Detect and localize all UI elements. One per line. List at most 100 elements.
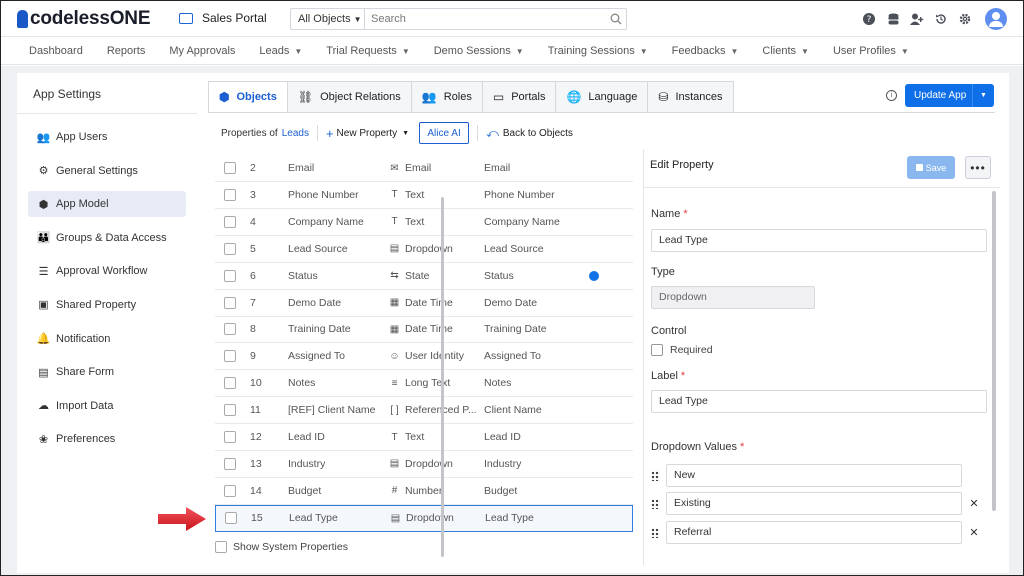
tab-bar: ⬢ Objects ⛓ Object Relations 👥 Roles ▭ Portals 🌐…	[208, 81, 734, 113]
nav-training-sessions[interactable]: Training Sessions ▼	[548, 45, 648, 57]
update-app-button[interactable]: Update App ▼	[905, 84, 994, 107]
sidebar-item-share-form[interactable]: ▤ Share Form	[28, 359, 186, 385]
show-system-properties-toggle[interactable]: Show System Properties	[215, 541, 348, 553]
row-checkbox[interactable]	[224, 162, 236, 174]
nav-clients[interactable]: Clients ▼	[762, 45, 809, 57]
tab-label: Object Relations	[320, 91, 401, 103]
nav-trial-requests[interactable]: Trial Requests ▼	[326, 45, 409, 57]
sidebar-item-app-users[interactable]: 👥 App Users	[28, 124, 186, 150]
database-icon[interactable]	[881, 7, 905, 31]
top-icons: ?	[857, 7, 1007, 31]
nav-reports[interactable]: Reports	[107, 45, 146, 57]
name-label: Name *	[651, 208, 688, 220]
edit-panel-divider	[644, 187, 1000, 188]
label-label: Label *	[651, 370, 686, 382]
table-row[interactable]: 13 Industry ▤ Dropdown Industry	[215, 451, 633, 478]
nav-leads[interactable]: Leads ▼	[259, 45, 302, 57]
tab-portals[interactable]: ▭ Portals	[482, 81, 557, 113]
table-row[interactable]: 15 Lead Type ▤ Dropdown Lead Type	[215, 504, 633, 532]
table-row[interactable]: 3 Phone Number T Text Phone Number	[215, 182, 633, 209]
nav-user-profiles[interactable]: User Profiles ▼	[833, 45, 909, 57]
history-icon[interactable]	[929, 7, 953, 31]
drag-handle-icon[interactable]	[651, 527, 660, 538]
row-checkbox[interactable]	[224, 296, 236, 309]
row-checkbox[interactable]	[224, 377, 236, 390]
table-row[interactable]: 5 Lead Source ▤ Dropdown Lead Source	[215, 236, 633, 263]
search-scope-select[interactable]: All Objects ▼	[291, 9, 365, 29]
row-checkbox[interactable]	[224, 215, 236, 228]
add-user-icon[interactable]	[905, 7, 929, 31]
dropdown-value-field[interactable]: Referral	[666, 521, 962, 544]
back-to-objects-button[interactable]: ⤺ Back to Objects	[486, 126, 573, 141]
row-checkbox[interactable]	[224, 404, 236, 417]
portal-switcher[interactable]: Sales Portal	[179, 11, 267, 25]
tab-objects[interactable]: ⬢ Objects	[208, 81, 288, 113]
table-row[interactable]: 11 [REF] Client Name[ ] Referenced P... Cli…	[215, 397, 633, 425]
table-row[interactable]: 6 Status ⇆ State Status	[215, 263, 633, 290]
drag-handle-icon[interactable]	[651, 498, 660, 509]
sidebar-item-app-model[interactable]: ⬢ App Model	[28, 191, 186, 218]
required-option[interactable]: Required	[651, 344, 713, 356]
save-button[interactable]: Save	[907, 156, 955, 179]
table-row[interactable]: 9 Assigned To ☺ User Identity Assigned To	[215, 343, 633, 371]
table-row[interactable]: 2 Email ✉ Email Email	[215, 155, 633, 182]
row-checkbox[interactable]	[224, 350, 236, 363]
chevron-down-icon[interactable]: ▼	[972, 84, 994, 107]
edit-panel-scrollbar[interactable]	[992, 191, 996, 511]
nav-demo-sessions[interactable]: Demo Sessions ▼	[434, 45, 524, 57]
tab-instances[interactable]: ⛁ Instances	[648, 81, 734, 113]
user-avatar[interactable]	[985, 8, 1007, 30]
search-input[interactable]	[365, 9, 606, 29]
globe-icon: 🌐	[566, 90, 582, 104]
row-checkbox[interactable]	[224, 457, 236, 470]
remove-value-icon[interactable]: ✕	[962, 497, 986, 510]
row-checkbox[interactable]	[224, 431, 236, 443]
show-system-properties-checkbox[interactable]	[215, 541, 227, 553]
remove-value-icon[interactable]: ✕	[962, 526, 986, 539]
row-number: 6	[250, 269, 256, 282]
more-options-button[interactable]: •••	[965, 156, 991, 179]
table-row[interactable]: 7 Demo Date ▦ Date Time Demo Date	[215, 290, 633, 317]
settings-gear-icon[interactable]	[953, 7, 977, 31]
sidebar-item-general-settings[interactable]: ⚙ General Settings	[28, 158, 186, 184]
tab-language[interactable]: 🌐 Language	[556, 81, 649, 113]
row-checkbox[interactable]	[225, 512, 237, 525]
help-icon[interactable]: ?	[857, 7, 881, 31]
table-row[interactable]: 14 Budget # Number Budget	[215, 478, 633, 505]
row-checkbox[interactable]	[224, 242, 236, 255]
row-checkbox[interactable]	[224, 188, 236, 201]
alice-ai-button[interactable]: Alice AI	[419, 122, 470, 144]
sidebar-item-groups-data-access[interactable]: 👪 Groups & Data Access	[28, 225, 186, 251]
nav-feedbacks[interactable]: Feedbacks ▼	[672, 45, 739, 57]
name-field[interactable]: Lead Type	[651, 229, 987, 252]
table-scrollbar[interactable]	[441, 197, 444, 557]
sidebar-item-shared-property[interactable]: ▣ Shared Property	[28, 292, 186, 318]
info-icon[interactable]: i	[886, 90, 897, 101]
sidebar-item-import-data[interactable]: ☁ Import Data	[28, 393, 186, 419]
dropdown-value-field[interactable]: Existing	[666, 492, 962, 515]
row-checkbox[interactable]	[224, 269, 236, 282]
label-field[interactable]: Lead Type	[651, 390, 987, 413]
sidebar-item-notification[interactable]: 🔔 Notification	[28, 326, 186, 352]
row-checkbox[interactable]	[224, 484, 236, 497]
table-row[interactable]: 12 Lead ID T Text Lead ID	[215, 424, 633, 451]
required-checkbox[interactable]	[651, 344, 663, 356]
app-logo[interactable]: codelessONE	[17, 9, 151, 29]
property-name: Phone Number	[288, 188, 359, 201]
new-property-button[interactable]: + New Property ▼	[326, 126, 409, 141]
search-icon[interactable]	[606, 9, 626, 29]
nav-my-approvals[interactable]: My Approvals	[169, 45, 235, 57]
row-number: 4	[250, 215, 256, 228]
drag-handle-icon[interactable]	[651, 470, 660, 481]
sidebar-item-preferences[interactable]: ❀ Preferences	[28, 426, 186, 452]
row-checkbox[interactable]	[224, 323, 236, 336]
nav-dashboard[interactable]: Dashboard	[29, 45, 83, 57]
dropdown-value-field[interactable]: New	[666, 464, 962, 487]
object-name-link[interactable]: Leads	[282, 128, 309, 139]
table-row[interactable]: 10 Notes ≡ Long Text Notes	[215, 370, 633, 398]
sidebar-item-approval-workflow[interactable]: ☰ Approval Workflow	[28, 258, 186, 284]
table-row[interactable]: 4 Company Name T Text Company Name	[215, 209, 633, 236]
tab-object-relations[interactable]: ⛓ Object Relations	[287, 81, 412, 113]
tab-roles[interactable]: 👥 Roles	[411, 81, 483, 113]
table-row[interactable]: 8 Training Date ▦ Date Time Training Date	[215, 316, 633, 344]
